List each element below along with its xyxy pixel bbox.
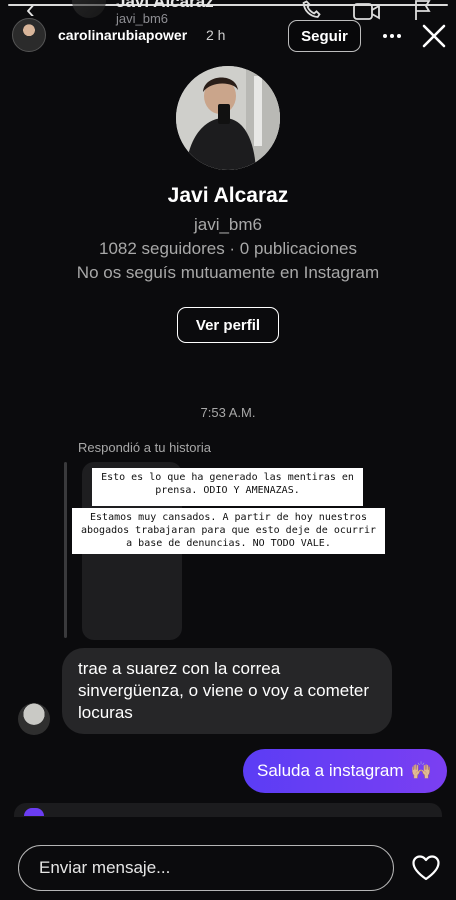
story-statement-2: Estamos muy cansados. A partir de hoy nu… (72, 508, 385, 554)
more-dots-icon[interactable] (380, 24, 404, 48)
story-author-username[interactable]: carolinarubiapower (58, 27, 187, 43)
outgoing-message-bubble[interactable]: Saluda a instagram 🙌🏼 (243, 749, 447, 793)
message-composer (0, 817, 456, 900)
outgoing-message-text: Saluda a instagram (257, 761, 404, 780)
raising-hands-emoji: 🙌🏼 (410, 761, 432, 781)
story-statement-1: Esto es lo que ha generado las mentiras … (92, 468, 363, 506)
follow-button[interactable]: Seguir (288, 20, 361, 52)
story-reply-label: Respondió a tu historia (78, 440, 211, 455)
profile-picture[interactable] (176, 66, 280, 170)
message-timestamp: 7:53 A.M. (200, 405, 256, 420)
profile-name: Javi Alcaraz (167, 184, 289, 207)
close-icon[interactable] (420, 22, 448, 50)
sender-avatar[interactable] (18, 703, 50, 735)
story-time: 2 h (206, 27, 226, 43)
view-profile-button[interactable]: Ver perfil (177, 307, 279, 343)
reply-indicator-line (64, 462, 67, 638)
partial-message-marker (24, 808, 44, 816)
story-header: carolinarubiapower 2 h Seguir (0, 18, 456, 58)
story-author-avatar[interactable] (12, 18, 46, 52)
partial-message (14, 803, 442, 817)
mutual-follow-status: No os seguís mutuamente en Instagram (76, 263, 380, 282)
message-input[interactable] (18, 845, 394, 891)
incoming-message-bubble[interactable]: trae a suarez con la correa sinvergüenza… (62, 648, 392, 734)
heart-icon[interactable] (412, 855, 440, 881)
profile-handle: javi_bm6 (193, 215, 263, 234)
avatar (72, 0, 106, 18)
profile-stats: 1082 seguidores · 0 publicaciones (98, 239, 357, 258)
